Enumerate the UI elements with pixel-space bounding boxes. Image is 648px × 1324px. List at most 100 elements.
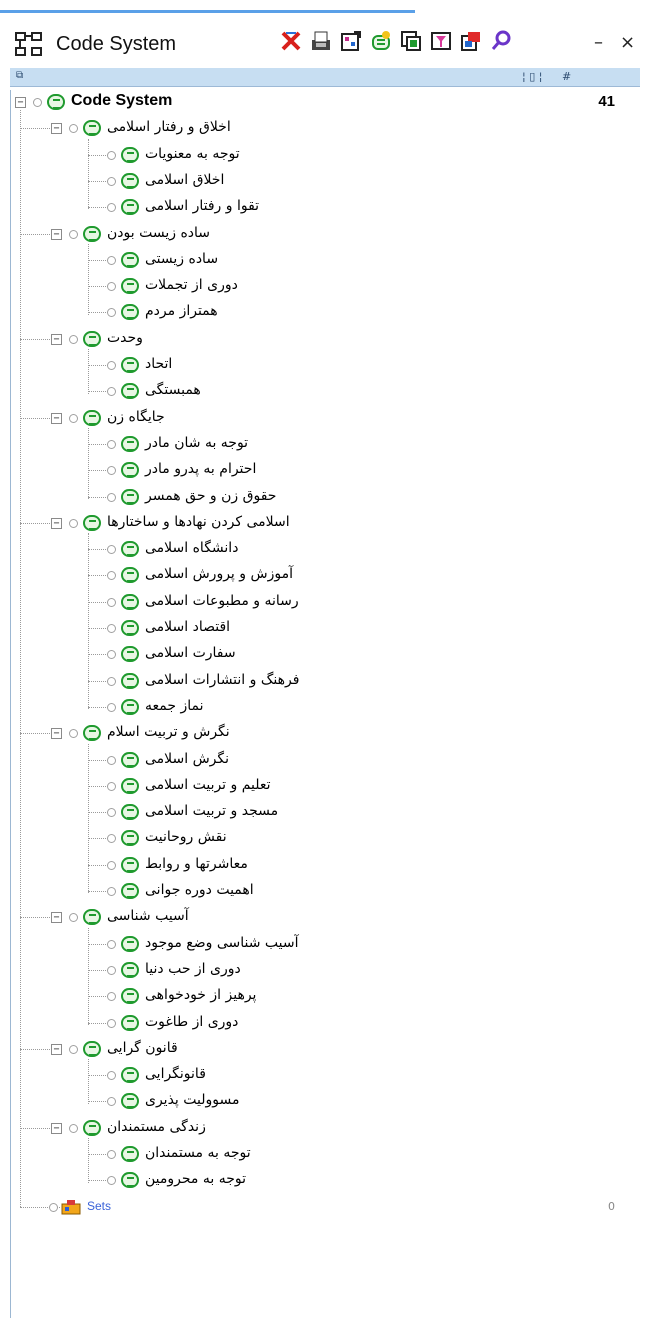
collapse-icon[interactable]: − (51, 728, 62, 740)
delete-codes-icon[interactable] (280, 30, 302, 52)
tree-row-code[interactable]: پرهیز از خودخواهی (11, 984, 641, 1010)
tree-row-code[interactable]: توجه به معنویات (11, 143, 641, 169)
code-icon (83, 330, 101, 347)
node-ring-icon (107, 624, 116, 633)
tree-row-code[interactable]: سفارت اسلامی (11, 642, 641, 668)
collapse-icon[interactable]: − (15, 97, 26, 108)
collapse-icon[interactable]: − (51, 1043, 62, 1055)
tree-row-group[interactable]: − آسیب شناسی (11, 905, 641, 931)
column-header-count[interactable]: # (562, 70, 571, 83)
tree-row-code[interactable]: حقوق زن و حق همسر (11, 485, 641, 511)
node-ring-icon (107, 939, 116, 949)
code-filter-icon[interactable] (430, 30, 452, 52)
tree-row-code[interactable]: فرهنگ و انتشارات اسلامی (11, 669, 641, 695)
connector-line (88, 259, 108, 261)
connector-line (88, 365, 108, 366)
tree-row-group[interactable]: − ساده زیست بودن (11, 222, 641, 248)
collapse-icon[interactable]: − (51, 1122, 62, 1134)
search-icon[interactable] (490, 30, 512, 52)
smart-coding-icon[interactable] (460, 30, 482, 52)
tree-row-group[interactable]: − اسلامی کردن نهادها و ساختارها (11, 511, 641, 537)
tree-row-code[interactable]: توجه به شان مادر (11, 432, 641, 458)
tree-row-code[interactable]: معاشرتها و روابط (11, 853, 641, 879)
tree-row-code[interactable]: نقش روحانیت (11, 826, 641, 852)
node-ring-icon (107, 1097, 116, 1107)
code-relations-icon[interactable] (400, 30, 422, 52)
code-label: توجه به شان مادر (145, 434, 249, 451)
collapse-icon[interactable]: − (51, 517, 62, 529)
code-matrix-icon[interactable] (340, 30, 362, 52)
tree-row-code[interactable]: دوری از تجملات (11, 274, 641, 300)
tree-row-code[interactable]: مسجد و تربیت اسلامی (11, 800, 641, 826)
tree-row-code[interactable]: احترام به پدرو مادر (11, 458, 641, 484)
code-label: دوری از حب دنیا (145, 960, 241, 977)
tree-row-group[interactable]: − جایگاه زن (11, 406, 641, 432)
tree-row-root[interactable]: − Code System 41 (11, 90, 641, 116)
connector-line (88, 601, 108, 603)
tree-row-code[interactable]: نماز جمعه (11, 695, 641, 721)
tree-row-code[interactable]: ساده زیستی (11, 248, 641, 274)
tree-row-code[interactable]: همتراز مردم (11, 300, 641, 326)
export-icon[interactable] (310, 30, 332, 52)
tree-row-code[interactable]: همبستگی (11, 379, 641, 405)
group-label: جایگاه زن (107, 408, 165, 425)
close-button[interactable]: × (620, 32, 635, 53)
collapse-icon[interactable]: − (51, 333, 62, 345)
tree-row-code[interactable]: آموزش و پرورش اسلامی (11, 563, 641, 589)
tree-row-code[interactable]: اهمیت دوره جوانی (11, 879, 641, 905)
code-label: قانونگرایی (145, 1066, 206, 1083)
code-label: حقوق زن و حق همسر (145, 487, 277, 504)
node-ring-icon (107, 492, 116, 502)
column-header-1[interactable]: ¦ ▯ ¦ (522, 70, 542, 83)
tree-row-group[interactable]: − قانون گرایی (11, 1037, 641, 1063)
node-ring-icon (107, 965, 116, 975)
code-label: دوری از طاغوت (145, 1013, 239, 1030)
tree-row-code[interactable]: قانونگرایی (11, 1063, 641, 1089)
tree-row-group[interactable]: − نگرش و تربیت اسلام (11, 721, 641, 747)
tree-row-code[interactable]: دانشگاه اسلامی (11, 537, 641, 563)
collapse-icon[interactable]: − (51, 228, 62, 240)
tree-row-code[interactable]: مسوولیت پذیری (11, 1089, 641, 1115)
connector-line (88, 1101, 108, 1103)
tree-row-code[interactable]: اقتصاد اسلامی (11, 616, 641, 642)
tree-row-code[interactable]: اتحاد (11, 353, 641, 379)
column-bar-icon[interactable]: ⧉ (16, 70, 23, 81)
node-ring-icon (107, 439, 116, 449)
node-ring-icon (107, 887, 116, 896)
code-icon (121, 698, 139, 715)
collapse-icon[interactable]: − (51, 123, 62, 135)
code-label: اهمیت دوره جوانی (145, 882, 254, 898)
minimize-button[interactable]: – (594, 32, 603, 53)
tree-row-group[interactable]: − زندگی مستمندان (11, 1116, 641, 1142)
code-icon (121, 146, 139, 163)
tree-row-code[interactable]: دوری از حب دنیا (11, 958, 641, 984)
code-label: معاشرتها و روابط (145, 855, 248, 872)
code-label: سفارت اسلامی (145, 645, 236, 662)
collapse-icon[interactable]: − (51, 912, 62, 924)
tree-row-code[interactable]: دوری از طاغوت (11, 1011, 641, 1037)
tree-row-group[interactable]: − اخلاق و رفتار اسلامی (11, 116, 641, 142)
connector-line (88, 943, 108, 945)
tree-row-code[interactable]: رسانه و مطبوعات اسلامی (11, 590, 641, 616)
node-ring-icon (69, 334, 78, 344)
connector-line (20, 522, 50, 524)
tree-row-sets[interactable]: Sets 0 (11, 1195, 641, 1221)
tree-row-code[interactable]: تقوا و رفتار اسلامی (11, 195, 641, 221)
window-header: Code System – × (0, 22, 648, 66)
node-ring-icon (107, 702, 116, 712)
connector-line (88, 1059, 89, 1104)
connector-line (88, 427, 89, 499)
tree-row-code[interactable]: اخلاق اسلامی (11, 169, 641, 195)
code-icon (83, 514, 101, 531)
tree-row-code[interactable]: آسیب شناسی وضع موجود (11, 932, 641, 958)
tree-row-code[interactable]: نگرش اسلامی (11, 748, 641, 774)
new-code-icon[interactable] (370, 30, 392, 52)
connector-line (20, 1127, 50, 1129)
tree-row-group[interactable]: − وحدت (11, 327, 641, 353)
tree-row-code[interactable]: تعلیم و تربیت اسلامی (11, 774, 641, 800)
tree-row-code[interactable]: توجه به محرومین (11, 1168, 641, 1194)
code-icon (121, 251, 139, 268)
root-count: 41 (598, 93, 615, 110)
tree-row-code[interactable]: توجه به مستمندان (11, 1142, 641, 1168)
collapse-icon[interactable]: − (51, 412, 62, 424)
